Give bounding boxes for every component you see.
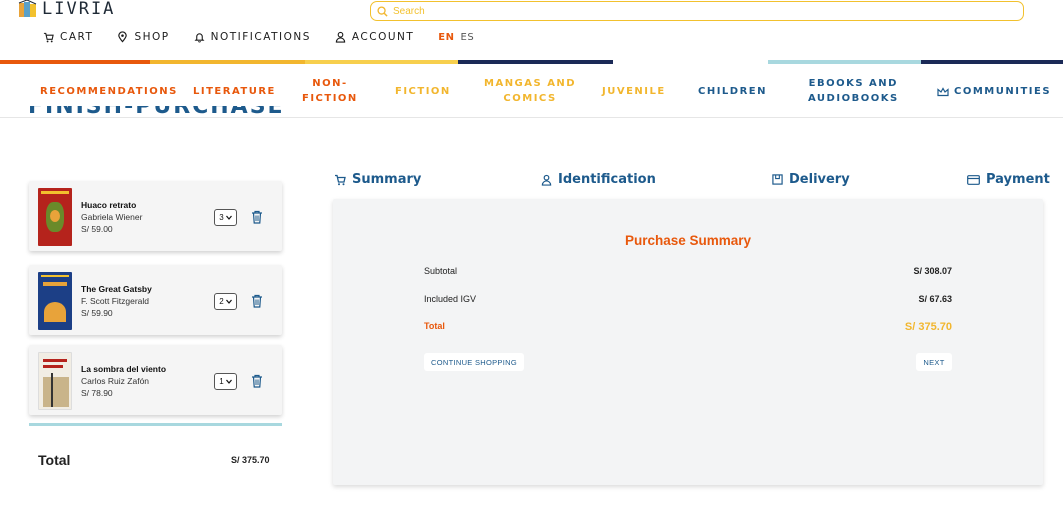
item-price: S/ 59.00 (81, 224, 113, 234)
purchase-summary-panel: Purchase Summary Subtotal S/ 308.07 Incl… (333, 199, 1043, 485)
category-ebooks-label-1: EBOOKS AND (808, 78, 898, 89)
page-title-text: FINISH-PURCHASE (28, 106, 285, 119)
category-ebooks-label-2: AUDIOBOOKS (808, 93, 899, 104)
cart-total-label: Total (38, 452, 71, 468)
chevron-down-icon (225, 215, 232, 220)
quantity-select[interactable]: 2 (214, 293, 237, 310)
lang-en[interactable]: EN (438, 32, 454, 43)
item-title: Huaco retrato (81, 200, 137, 210)
subtotal-label: Subtotal (424, 266, 458, 276)
item-title: La sombra del viento (81, 364, 167, 374)
book-cover (38, 352, 72, 410)
summary-title: Purchase Summary (624, 233, 752, 248)
location-pin-icon (118, 31, 128, 43)
step-payment-label: Payment (986, 172, 1050, 187)
category-children-label: CHILDREN (698, 86, 768, 97)
bell-icon (194, 33, 205, 43)
category-communities[interactable]: COMMUNITIES (937, 84, 1051, 99)
book-cover (38, 272, 72, 330)
category-fiction[interactable]: FICTION (395, 84, 451, 99)
step-payment[interactable]: Payment (967, 172, 1050, 187)
chevron-down-icon (225, 299, 232, 304)
book-cover (38, 188, 72, 246)
category-nonfiction-label-1: NON- (312, 78, 348, 89)
category-fiction-label: FICTION (395, 86, 451, 97)
category-juvenile[interactable]: JUVENILE (602, 84, 666, 99)
category-literature-label: LITERATURE (193, 86, 276, 97)
item-author: Carlos Ruiz Zafón (81, 376, 150, 386)
brand-name: LIVRIA (42, 0, 116, 19)
step-delivery-label: Delivery (789, 172, 850, 187)
nav-account-label: ACCOUNT (351, 31, 415, 43)
nav-notifications-label: NOTIFICATIONS (210, 31, 311, 43)
step-delivery[interactable]: Delivery (772, 172, 850, 187)
igv-value: S/ 67.63 (918, 294, 952, 304)
quantity-select[interactable]: 3 (214, 209, 237, 226)
quantity-value: 1 (219, 377, 224, 386)
top-navigation: CART SHOP NOTIFICATIONS ACCOUNT EN ES (43, 31, 474, 43)
lang-es[interactable]: ES (461, 32, 475, 43)
category-nonfiction-label-2: FICTION (302, 93, 358, 104)
step-identification-label: Identification (558, 172, 656, 187)
step-summary-label: Summary (352, 172, 422, 187)
cart-icon (335, 174, 346, 185)
nav-shop[interactable]: SHOP (117, 31, 169, 43)
item-title: The Great Gatsby (81, 284, 152, 294)
chevron-down-icon (225, 379, 232, 384)
step-identification[interactable]: Identification (541, 172, 656, 187)
brand-logo[interactable]: LIVRIA (18, 0, 116, 19)
cart-total-value: S/ 375.70 (231, 455, 270, 465)
category-recommendations-label: RECOMMENDATIONS (40, 86, 178, 97)
subtotal-value: S/ 308.07 (913, 266, 952, 276)
category-nonfiction[interactable]: NON- FICTION (302, 76, 358, 106)
nav-shop-label: SHOP (134, 31, 170, 43)
summary-total-label: Total (424, 321, 445, 331)
category-literature[interactable]: LITERATURE (193, 84, 276, 99)
credit-card-icon (967, 174, 980, 185)
category-mangas-label-2: COMICS (503, 93, 557, 104)
category-communities-label: COMMUNITIES (954, 86, 1052, 97)
continue-shopping-button[interactable]: CONTINUE SHOPPING (424, 353, 524, 371)
nav-cart-label: CART (60, 31, 94, 43)
item-price: S/ 78.90 (81, 388, 113, 398)
language-switcher: EN ES (438, 32, 474, 43)
search-icon (377, 5, 388, 17)
nav-account[interactable]: ACCOUNT (335, 31, 414, 43)
nav-cart[interactable]: CART (43, 31, 93, 43)
next-button[interactable]: NEXT (916, 353, 952, 371)
quantity-value: 2 (219, 297, 224, 306)
cart-icon (43, 32, 54, 42)
cart-divider (29, 423, 282, 426)
summary-total-value: S/ 375.70 (904, 321, 952, 333)
page-title: FINISH-PURCHASE (28, 106, 285, 120)
category-mangas-comics[interactable]: MANGAS AND COMICS (484, 76, 576, 106)
quantity-select[interactable]: 1 (214, 373, 237, 390)
nav-notifications[interactable]: NOTIFICATIONS (194, 31, 311, 43)
item-author: Gabriela Wiener (81, 212, 143, 222)
trash-icon[interactable] (251, 374, 263, 388)
trash-icon[interactable] (251, 210, 263, 224)
user-icon (541, 174, 552, 186)
crown-icon (937, 86, 949, 96)
step-summary[interactable]: Summary (334, 172, 421, 187)
cart-item: The Great Gatsby F. Scott Fitzgerald S/ … (29, 265, 282, 335)
cart-item: Huaco retrato Gabriela Wiener S/ 59.00 3 (29, 181, 282, 251)
item-author: F. Scott Fitzgerald (81, 296, 150, 306)
category-ebooks-audiobooks[interactable]: EBOOKS AND AUDIOBOOKS (808, 76, 899, 106)
search-input[interactable] (393, 5, 993, 17)
item-price: S/ 59.90 (81, 308, 113, 318)
user-icon (335, 31, 346, 43)
package-icon (772, 174, 783, 185)
trash-icon[interactable] (251, 294, 263, 308)
quantity-value: 3 (219, 213, 224, 222)
category-children[interactable]: CHILDREN (698, 84, 767, 99)
cart-item: La sombra del viento Carlos Ruiz Zafón S… (29, 345, 282, 415)
igv-label: Included IGV (424, 294, 477, 304)
search-bar[interactable] (370, 1, 1024, 21)
category-juvenile-label: JUVENILE (602, 86, 666, 97)
category-recommendations[interactable]: RECOMMENDATIONS (40, 84, 178, 99)
books-logo-icon (18, 0, 37, 17)
category-mangas-label-1: MANGAS AND (484, 78, 577, 89)
